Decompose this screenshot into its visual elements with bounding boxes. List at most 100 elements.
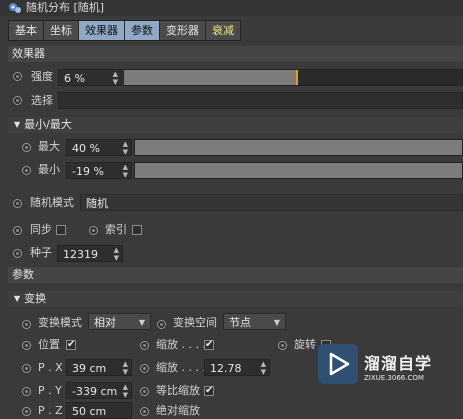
scale-value-animate-radio[interactable] bbox=[140, 364, 149, 373]
seed-label: 种子 bbox=[30, 246, 52, 259]
pz-input[interactable]: 50 cm bbox=[66, 402, 132, 419]
transform-group-title: 变换 bbox=[24, 292, 47, 305]
dropdown-arrow-icon: ▼ bbox=[138, 318, 145, 327]
transform-group-header[interactable]: ▼ 变换 bbox=[8, 291, 463, 307]
scale-value-input[interactable]: 12.78 ▲ ▼ bbox=[204, 359, 270, 376]
min-spinner-icon[interactable]: ▲ ▼ bbox=[123, 163, 128, 178]
transform-space-label: 变换空间 bbox=[173, 316, 217, 329]
select-animate-radio[interactable] bbox=[13, 96, 22, 105]
tab-effector[interactable]: 效果器 bbox=[79, 21, 125, 40]
max-animate-radio[interactable] bbox=[22, 143, 31, 152]
strength-slider[interactable] bbox=[123, 69, 463, 86]
random-mode-value: 随机 bbox=[86, 197, 108, 210]
checkmark-icon: ✔ bbox=[205, 385, 214, 396]
absolute-scale-animate-radio[interactable] bbox=[140, 407, 149, 416]
sync-animate-radio[interactable] bbox=[13, 226, 22, 235]
transform-mode-label: 变换模式 bbox=[38, 316, 82, 329]
min-slider[interactable] bbox=[134, 162, 463, 179]
transform-mode-dropdown[interactable]: 相对 ▼ bbox=[88, 313, 151, 330]
strength-label: 强度 bbox=[31, 70, 53, 83]
py-spinner-icon[interactable]: ▲ ▼ bbox=[123, 383, 128, 398]
select-field[interactable] bbox=[58, 92, 463, 109]
sync-label: 同步 bbox=[30, 223, 52, 236]
dropdown-arrow-icon: ▼ bbox=[273, 318, 280, 327]
title-bar: 随机分布 [随机] bbox=[0, 0, 463, 16]
px-animate-radio[interactable] bbox=[22, 364, 31, 373]
window-title: 随机分布 [随机] bbox=[26, 1, 105, 14]
scale-spinner-icon[interactable]: ▲ ▼ bbox=[261, 360, 266, 375]
px-input[interactable]: 39 cm ▲ ▼ bbox=[66, 359, 132, 376]
index-checkbox[interactable] bbox=[132, 225, 142, 235]
max-input[interactable]: 40 % ▲ ▼ bbox=[66, 139, 132, 156]
strength-animate-radio[interactable] bbox=[13, 72, 22, 81]
random-mode-animate-radio[interactable] bbox=[13, 199, 22, 208]
seed-animate-radio[interactable] bbox=[13, 249, 22, 258]
position-animate-radio[interactable] bbox=[22, 341, 31, 350]
random-mode-label: 随机模式 bbox=[30, 196, 74, 209]
collapse-caret-icon[interactable]: ▼ bbox=[14, 291, 20, 307]
select-label: 选择 bbox=[31, 94, 53, 107]
parameter-section-header: 参数 bbox=[8, 267, 463, 283]
max-spinner-icon[interactable]: ▲ ▼ bbox=[123, 140, 128, 155]
min-input[interactable]: -19 % ▲ ▼ bbox=[66, 162, 132, 179]
uniform-scale-animate-radio[interactable] bbox=[140, 387, 149, 396]
checkmark-icon: ✔ bbox=[67, 339, 76, 350]
py-value: -339 cm bbox=[72, 385, 118, 398]
watermark-url: ZIXUE.3066.COM bbox=[364, 374, 424, 382]
transform-space-dropdown[interactable]: 节点 ▼ bbox=[223, 313, 286, 330]
position-checkbox[interactable]: ✔ bbox=[66, 340, 76, 350]
py-animate-radio[interactable] bbox=[22, 387, 31, 396]
transform-mode-animate-radio[interactable] bbox=[22, 320, 31, 329]
pz-value: 50 cm bbox=[72, 405, 107, 418]
transform-mode-value: 相对 bbox=[94, 316, 116, 329]
uniform-scale-checkbox[interactable]: ✔ bbox=[204, 386, 214, 396]
random-mode-dropdown[interactable]: 随机 bbox=[80, 194, 463, 211]
uniform-scale-label: 等比缩放 bbox=[156, 384, 200, 397]
min-animate-radio[interactable] bbox=[22, 166, 31, 175]
minmax-group-header[interactable]: ▼ 最小/最大 bbox=[8, 117, 463, 133]
strength-slider-marker[interactable] bbox=[296, 70, 298, 85]
scale-value: 12.78 bbox=[210, 362, 242, 375]
seed-spinner-icon[interactable]: ▲ ▼ bbox=[114, 246, 119, 261]
watermark: 溜溜自学 ZIXUE.3066.COM bbox=[318, 344, 436, 399]
tab-basic[interactable]: 基本 bbox=[9, 21, 44, 40]
index-animate-radio[interactable] bbox=[89, 226, 98, 235]
effector-section-header: 效果器 bbox=[8, 46, 463, 62]
sync-checkbox[interactable] bbox=[56, 225, 66, 235]
transform-space-animate-radio[interactable] bbox=[157, 320, 166, 329]
strength-input[interactable]: 6 % ▲ ▼ bbox=[58, 69, 122, 86]
max-label: 最大 bbox=[38, 140, 60, 153]
min-label: 最小 bbox=[38, 163, 60, 176]
max-slider-fill bbox=[135, 140, 462, 155]
collapse-caret-icon[interactable]: ▼ bbox=[14, 117, 20, 133]
rotation-animate-radio[interactable] bbox=[278, 341, 287, 350]
pz-animate-radio[interactable] bbox=[22, 407, 31, 416]
min-value: -19 % bbox=[72, 165, 104, 178]
rotation-label: 旋转 bbox=[294, 338, 316, 351]
tab-coordinates[interactable]: 坐标 bbox=[44, 21, 79, 40]
scale-value-label: 缩放 . . . . bbox=[156, 361, 206, 374]
absolute-scale-label: 绝对缩放 bbox=[156, 404, 200, 417]
seed-input[interactable]: 12319 ▲ ▼ bbox=[57, 245, 123, 262]
pz-label: P . Z bbox=[38, 404, 63, 417]
scale-checkbox[interactable]: ✔ bbox=[204, 340, 214, 350]
minmax-group-title: 最小/最大 bbox=[24, 118, 72, 131]
strength-spinner-icon[interactable]: ▲ ▼ bbox=[113, 70, 118, 85]
max-slider[interactable] bbox=[134, 139, 463, 156]
watermark-text: 溜溜自学 bbox=[364, 354, 433, 373]
strength-slider-fill bbox=[124, 70, 296, 85]
play-icon bbox=[318, 344, 358, 384]
px-spinner-icon[interactable]: ▲ ▼ bbox=[123, 360, 128, 375]
transform-space-value: 节点 bbox=[229, 316, 251, 329]
tab-falloff[interactable]: 衰减 bbox=[206, 21, 240, 40]
index-label: 索引 bbox=[105, 223, 127, 236]
strength-value: 6 % bbox=[64, 72, 85, 85]
seed-value: 12319 bbox=[63, 248, 98, 261]
px-label: P . X bbox=[38, 361, 63, 374]
py-input[interactable]: -339 cm ▲ ▼ bbox=[66, 382, 132, 399]
tab-bar: 基本 坐标 效果器 参数 变形器 衰减 bbox=[8, 20, 241, 41]
tab-deformer[interactable]: 变形器 bbox=[160, 21, 206, 40]
scale-animate-radio[interactable] bbox=[140, 341, 149, 350]
py-label: P . Y bbox=[38, 384, 62, 397]
tab-parameter[interactable]: 参数 bbox=[125, 21, 160, 40]
